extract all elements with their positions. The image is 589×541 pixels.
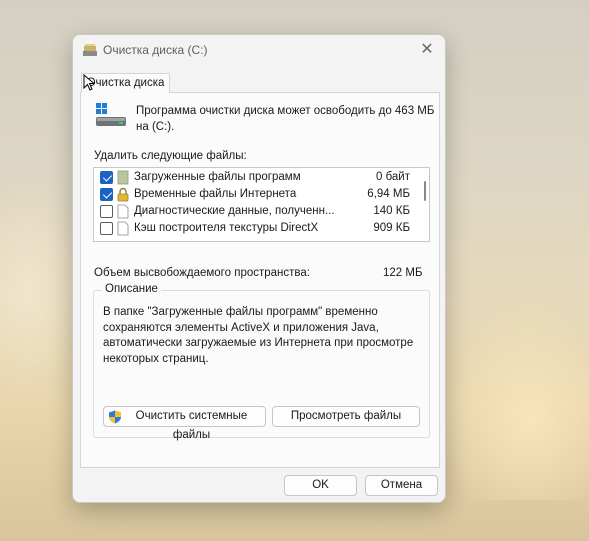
tab-panel: Программа очистки диска может освободить…: [80, 92, 440, 468]
file-size: 140 КБ: [373, 205, 410, 217]
list-item[interactable]: Диагностические данные, полученн... 140 …: [94, 203, 412, 220]
mouse-cursor-icon: [83, 74, 95, 91]
ok-button[interactable]: OK: [284, 475, 357, 496]
checkbox[interactable]: [100, 171, 113, 184]
drive-icon: [96, 103, 126, 126]
description-text: В папке "Загруженные файлы программ" вре…: [103, 306, 414, 365]
cancel-button[interactable]: Отмена: [365, 475, 438, 496]
list-item[interactable]: Временные файлы Интернета 6,94 МБ: [94, 186, 412, 203]
list-item[interactable]: Кэш построителя текстуры DirectX 909 КБ: [94, 220, 412, 237]
shield-icon: [109, 410, 121, 424]
scrollbar[interactable]: [423, 171, 427, 238]
scrollbar-thumb[interactable]: [424, 181, 426, 201]
window-title: Очистка диска (C:): [103, 43, 208, 57]
list-item[interactable]: Загруженные файлы программ 0 байт: [94, 169, 412, 186]
disk-cleanup-icon: [83, 44, 97, 56]
file-icon: [117, 221, 129, 236]
background-cloud: [440, 300, 589, 500]
file-size: 909 КБ: [373, 222, 410, 234]
file-size: 0 байт: [375, 171, 410, 183]
file-name: Загруженные файлы программ: [134, 171, 301, 183]
folder-icon: [117, 170, 129, 185]
close-button[interactable]: ✕: [415, 39, 439, 61]
lock-icon: [117, 187, 129, 202]
file-name: Кэш построителя текстуры DirectX: [134, 222, 319, 234]
space-label: Объем высвобождаемого пространства:: [94, 267, 310, 279]
file-name: Временные файлы Интернета: [134, 188, 297, 200]
checkbox[interactable]: [100, 205, 113, 218]
view-files-button[interactable]: Просмотреть файлы: [272, 406, 420, 427]
checkbox[interactable]: [100, 222, 113, 235]
file-size: 6,94 МБ: [367, 188, 410, 200]
file-name: Диагностические данные, полученн...: [134, 205, 334, 217]
checkbox[interactable]: [100, 188, 113, 201]
file-icon: [117, 204, 129, 219]
clean-system-files-button[interactable]: Очистить системные файлы: [103, 406, 266, 441]
file-list[interactable]: Загруженные файлы программ 0 байт Времен…: [93, 167, 430, 242]
clean-system-files-label: Очистить системные файлы: [135, 410, 248, 441]
disk-cleanup-dialog: Очистка диска (C:) ✕ Очистка диска Прогр…: [72, 34, 446, 503]
info-text: Программа очистки диска может освободить…: [136, 105, 435, 133]
files-label: Удалить следующие файлы:: [94, 150, 247, 162]
close-icon: ✕: [420, 41, 434, 58]
description-title: Описание: [102, 283, 161, 295]
description-group: Описание В папке "Загруженные файлы прог…: [93, 283, 430, 441]
space-value: 122 МБ: [383, 267, 423, 279]
title-bar[interactable]: Очистка диска (C:) ✕: [73, 35, 445, 65]
